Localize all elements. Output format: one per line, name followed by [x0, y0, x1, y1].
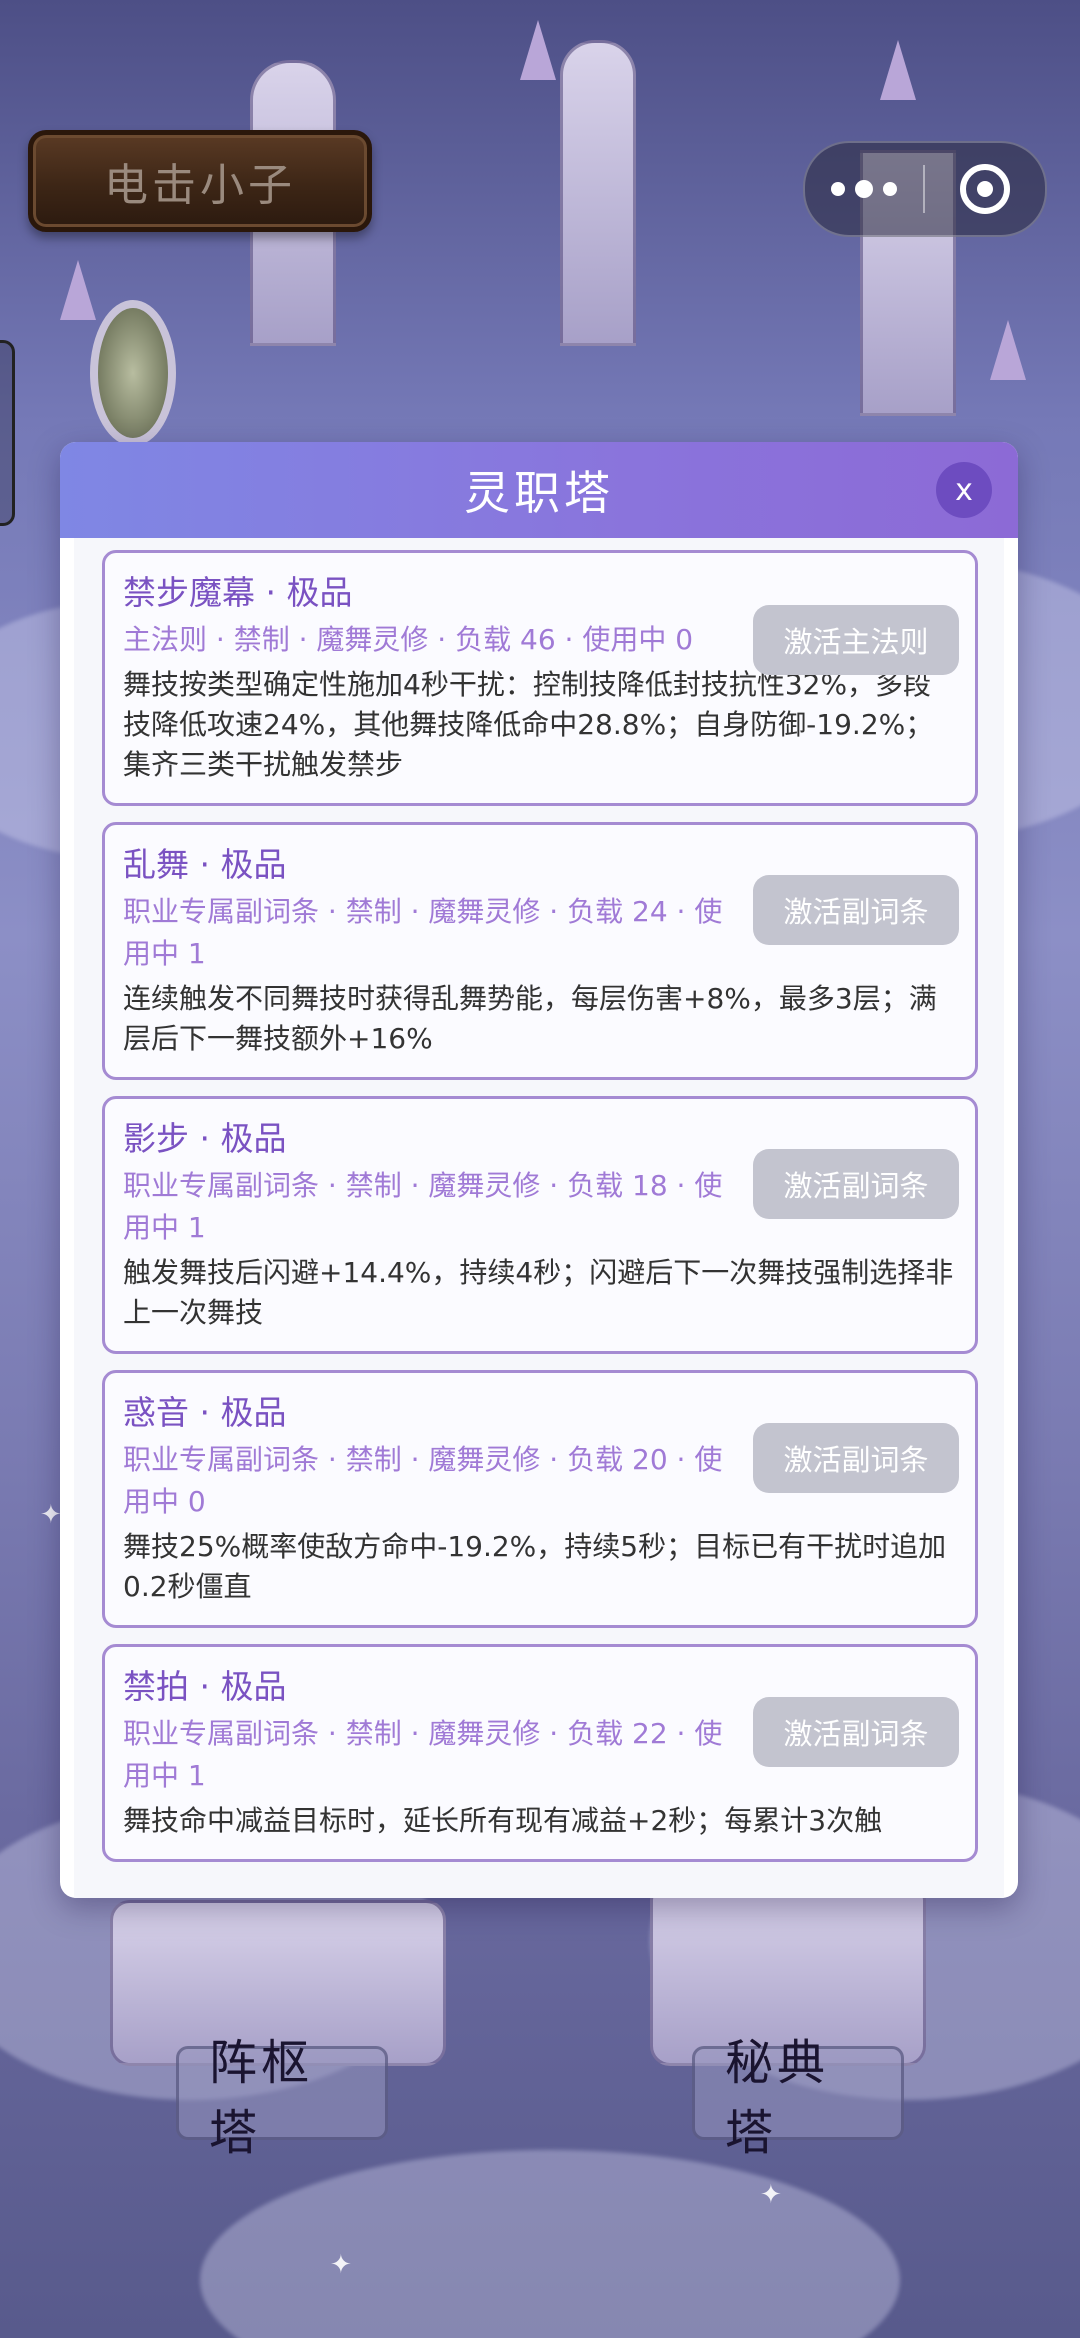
- spire: [520, 20, 556, 80]
- modal-header: 灵职塔 x: [60, 442, 1018, 538]
- player-name: 电击小子: [104, 160, 296, 211]
- card-description: 舞技25%概率使敌方命中-19.2%，持续5秒；目标已有干扰时追加0.2秒僵直: [123, 1530, 947, 1603]
- rule-card: 乱舞 · 极品 职业专属副词条 · 禁制 · 魔舞灵修 · 负载 24 · 使用…: [102, 822, 978, 1080]
- activate-sub-affix-button[interactable]: 激活副词条: [753, 1149, 959, 1219]
- activate-sub-affix-button[interactable]: 激活副词条: [753, 1697, 959, 1767]
- rule-card: 禁拍 · 极品 职业专属副词条 · 禁制 · 魔舞灵修 · 负载 22 · 使用…: [102, 1644, 978, 1862]
- activate-sub-affix-button[interactable]: 激活副词条: [753, 875, 959, 945]
- card-meta: 主法则 · 禁制 · 魔舞灵修 · 负载 46 · 使用中 0: [123, 623, 694, 656]
- more-dots-icon: [831, 182, 845, 196]
- modal-close-button[interactable]: x: [936, 462, 992, 518]
- card-description: 触发舞技后闪避+14.4%，持续4秒；闪避后下一次舞技强制选择非上一次舞技: [123, 1256, 954, 1329]
- card-meta: 职业专属副词条 · 禁制 · 魔舞灵修 · 负载 22 · 使用中 1: [123, 1717, 723, 1792]
- spire: [990, 320, 1026, 380]
- card-description: 舞技按类型确定性施加4秒干扰：控制技降低封技抗性32%，多段技降低攻速24%，其…: [123, 668, 934, 781]
- sparkle-icon: ✦: [330, 2250, 352, 2280]
- edge-drawer-handle[interactable]: [0, 340, 15, 526]
- spirit-job-tower-modal: 灵职塔 x 禁步魔幕 · 极品 主法则 · 禁制 · 魔舞灵修 · 负载 46 …: [60, 442, 1018, 1898]
- codex-tower-label: 秘典塔: [725, 2035, 830, 2161]
- player-name-sign[interactable]: 电击小子: [28, 130, 372, 232]
- sparkle-icon: ✦: [760, 2180, 782, 2210]
- more-dots-icon: [883, 182, 897, 196]
- more-button[interactable]: [805, 143, 923, 235]
- activate-sub-affix-button[interactable]: 激活副词条: [753, 1423, 959, 1493]
- cloud: [200, 2150, 900, 2338]
- sparkle-icon: ✦: [40, 1500, 62, 1530]
- modal-title: 灵职塔: [464, 466, 614, 520]
- card-meta: 职业专属副词条 · 禁制 · 魔舞灵修 · 负载 20 · 使用中 0: [123, 1443, 723, 1518]
- card-description: 舞技命中减益目标时，延长所有现有减益+2秒；每累计3次触: [123, 1804, 883, 1837]
- spire: [60, 260, 96, 320]
- more-dots-icon: [855, 180, 873, 198]
- rule-card: 惑音 · 极品 职业专属副词条 · 禁制 · 魔舞灵修 · 负载 20 · 使用…: [102, 1370, 978, 1628]
- exit-button[interactable]: [925, 143, 1045, 235]
- modal-scroll-body[interactable]: 禁步魔幕 · 极品 主法则 · 禁制 · 魔舞灵修 · 负载 46 · 使用中 …: [74, 538, 1004, 1898]
- rule-card: 禁步魔幕 · 极品 主法则 · 禁制 · 魔舞灵修 · 负载 46 · 使用中 …: [102, 550, 978, 806]
- codex-tower-button[interactable]: 秘典塔: [692, 2035, 904, 2161]
- card-meta: 职业专属副词条 · 禁制 · 魔舞灵修 · 负载 24 · 使用中 1: [123, 895, 723, 970]
- mirror-decoration: [90, 300, 176, 446]
- card-description: 连续触发不同舞技时获得乱舞势能，每层伤害+8%，最多3层；满层后下一舞技额外+1…: [123, 982, 937, 1055]
- formation-tower-button[interactable]: 阵枢塔: [176, 2035, 388, 2161]
- rule-card: 影步 · 极品 职业专属副词条 · 禁制 · 魔舞灵修 · 负载 18 · 使用…: [102, 1096, 978, 1354]
- formation-tower-label: 阵枢塔: [209, 2035, 314, 2161]
- exit-target-icon: [960, 164, 1010, 214]
- spire: [880, 40, 916, 100]
- activate-main-rule-button[interactable]: 激活主法则: [753, 605, 959, 675]
- tower: [560, 40, 636, 346]
- mini-program-capsule: [803, 141, 1047, 237]
- card-meta: 职业专属副词条 · 禁制 · 魔舞灵修 · 负载 18 · 使用中 1: [123, 1169, 723, 1244]
